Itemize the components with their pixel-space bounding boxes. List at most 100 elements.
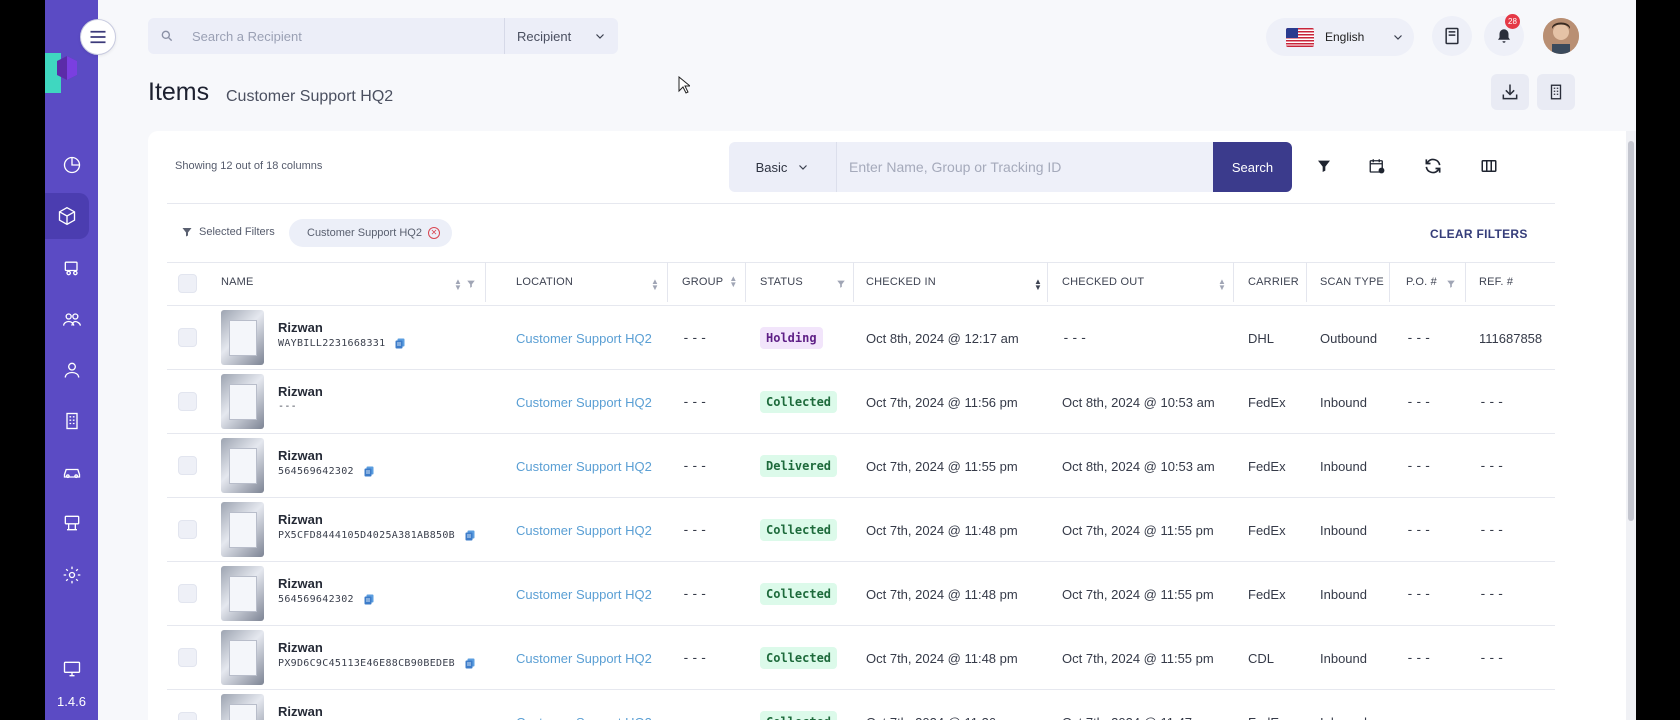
location-link[interactable]: Customer Support HQ2 <box>516 562 652 626</box>
recipient-name[interactable]: Rizwan <box>278 640 323 655</box>
main-content: Search a Recipient Recipient English 28 … <box>98 0 1636 720</box>
row-checkbox[interactable] <box>178 520 197 539</box>
recipient-name[interactable]: Rizwan <box>278 576 323 591</box>
sort-icon[interactable]: ▲ ▼ <box>1034 278 1042 292</box>
copy-icon[interactable] <box>464 529 476 542</box>
column-filter-icon[interactable] <box>836 279 846 289</box>
sidebar-item-deliveries[interactable] <box>45 245 98 291</box>
row-checkbox[interactable] <box>178 712 197 720</box>
screen-edge <box>1636 0 1680 720</box>
item-search-input[interactable]: Enter Name, Group or Tracking ID <box>836 142 1213 192</box>
clear-filters-button[interactable]: CLEAR FILTERS <box>1430 227 1528 241</box>
location-link[interactable]: Customer Support HQ2 <box>516 306 652 370</box>
item-thumbnail[interactable] <box>221 566 264 621</box>
table-row[interactable]: Rizwan 564569642302 Customer Support HQ2 --… <box>148 562 1636 626</box>
sidebar-item-settings[interactable] <box>45 552 98 598</box>
recipient-name[interactable]: Rizwan <box>278 320 323 335</box>
sidebar-item-groups[interactable] <box>45 296 98 342</box>
filter-button[interactable] <box>1313 155 1335 177</box>
copy-icon[interactable] <box>464 657 476 670</box>
table-row[interactable]: Rizwan WAYBILL2231668331 Customer Support … <box>148 306 1636 370</box>
sidebar-item-vehicles[interactable] <box>45 449 98 495</box>
menu-toggle-button[interactable] <box>80 19 116 55</box>
row-checkbox[interactable] <box>178 328 197 347</box>
sidebar-item-items[interactable] <box>45 193 89 239</box>
table-row[interactable]: Rizwan PX5CFD8444105D4025A381AB850B Custom… <box>148 498 1636 562</box>
recipient-name[interactable]: Rizwan <box>278 448 323 463</box>
sort-icon[interactable]: ▲ ▼ <box>454 278 462 292</box>
refresh-button[interactable] <box>1422 155 1444 177</box>
bell-icon <box>1498 29 1510 43</box>
column-ref[interactable]: REF. # <box>1479 262 1513 302</box>
search-type-select[interactable]: Recipient <box>505 29 618 44</box>
sort-icon[interactable]: ▲ ▼ <box>651 278 659 292</box>
column-scan-type[interactable]: SCAN TYPE <box>1320 262 1384 302</box>
sidebar-item-buildings[interactable] <box>45 398 98 444</box>
column-status[interactable]: STATUS <box>760 262 803 302</box>
scrollbar-thumb[interactable] <box>1628 141 1634 521</box>
building-select-button[interactable] <box>1537 74 1575 110</box>
row-checkbox[interactable] <box>178 456 197 475</box>
book-icon <box>1445 27 1459 45</box>
sort-icon[interactable]: ▲ ▼ <box>1218 278 1226 292</box>
item-thumbnail[interactable] <box>221 310 264 365</box>
column-filter-icon[interactable] <box>466 279 476 289</box>
item-thumbnail[interactable] <box>221 694 264 720</box>
column-group[interactable]: GROUP ▲ ▼ <box>682 262 737 302</box>
sidebar-item-lockers[interactable] <box>45 500 98 546</box>
sort-icon[interactable]: ▲ ▼ <box>729 275 737 289</box>
columns-summary: Showing 12 out of 18 columns <box>175 160 323 172</box>
column-filter-icon[interactable] <box>1446 279 1456 289</box>
location-link[interactable]: Customer Support HQ2 <box>516 690 652 720</box>
column-name[interactable]: NAME <box>221 262 254 302</box>
table-row[interactable]: Rizwan Customer Support HQ2 --- Collected Oc… <box>148 690 1636 720</box>
column-checked-in[interactable]: CHECKED IN <box>866 262 936 302</box>
location-link[interactable]: Customer Support HQ2 <box>516 626 652 690</box>
sidebar-item-recipients[interactable] <box>45 347 98 393</box>
copy-icon[interactable] <box>363 593 375 606</box>
guide-button[interactable] <box>1432 16 1472 56</box>
item-thumbnail[interactable] <box>221 502 264 557</box>
language-select[interactable]: English <box>1266 18 1414 56</box>
item-thumbnail[interactable] <box>221 630 264 685</box>
table-row[interactable]: Rizwan --- Customer Support HQ2 --- Collecte… <box>148 370 1636 434</box>
scrollbar[interactable] <box>1626 131 1636 720</box>
search-mode-select[interactable]: Basic <box>729 142 836 192</box>
location-link[interactable]: Customer Support HQ2 <box>516 370 652 434</box>
date-filter-button[interactable] <box>1366 155 1388 177</box>
select-all-checkbox[interactable] <box>178 274 197 293</box>
chevron-down-icon <box>596 34 604 39</box>
recipient-name[interactable]: Rizwan <box>278 384 323 399</box>
column-location[interactable]: LOCATION <box>516 262 573 302</box>
columns-button[interactable] <box>1478 155 1500 177</box>
column-po[interactable]: P.O. # <box>1406 262 1437 302</box>
filter-chip[interactable]: Customer Support HQ2 ✕ <box>289 219 452 247</box>
item-thumbnail[interactable] <box>221 438 264 493</box>
row-checkbox[interactable] <box>178 584 197 603</box>
item-thumbnail[interactable] <box>221 374 264 429</box>
table-row[interactable]: Rizwan 564569642302 Customer Support HQ2 --… <box>148 434 1636 498</box>
remove-filter-icon[interactable]: ✕ <box>427 227 440 239</box>
column-checked-out-label: CHECKED OUT <box>1062 276 1145 288</box>
sidebar-item-dashboard[interactable] <box>45 142 98 188</box>
download-button[interactable] <box>1491 74 1529 110</box>
column-carrier[interactable]: CARRIER <box>1248 262 1299 302</box>
search-input[interactable]: Search a Recipient <box>192 29 504 44</box>
row-checkbox[interactable] <box>178 648 197 667</box>
table-row[interactable]: Rizwan PX9D6C9C45113E46E88CB90BEDEB Custom… <box>148 626 1636 690</box>
notifications-button[interactable]: 28 <box>1484 14 1524 56</box>
copy-icon[interactable] <box>363 465 375 478</box>
location-link[interactable]: Customer Support HQ2 <box>516 498 652 562</box>
location-link[interactable]: Customer Support HQ2 <box>516 434 652 498</box>
avatar[interactable] <box>1543 18 1579 54</box>
row-checkbox[interactable] <box>178 392 197 411</box>
column-checked-out[interactable]: CHECKED OUT <box>1062 262 1144 302</box>
search-button[interactable]: Search <box>1213 142 1292 192</box>
recipient-name[interactable]: Rizwan <box>278 512 323 527</box>
filter-bar: Basic Enter Name, Group or Tracking ID S… <box>729 142 1292 192</box>
checked-in-value: Oct 7th, 2024 @ 11:48 pm <box>866 650 1018 666</box>
recipient-name[interactable]: Rizwan <box>278 704 323 719</box>
copy-icon[interactable] <box>394 337 406 350</box>
sidebar-item-kiosk[interactable] <box>45 646 98 692</box>
search-icon <box>161 30 173 42</box>
